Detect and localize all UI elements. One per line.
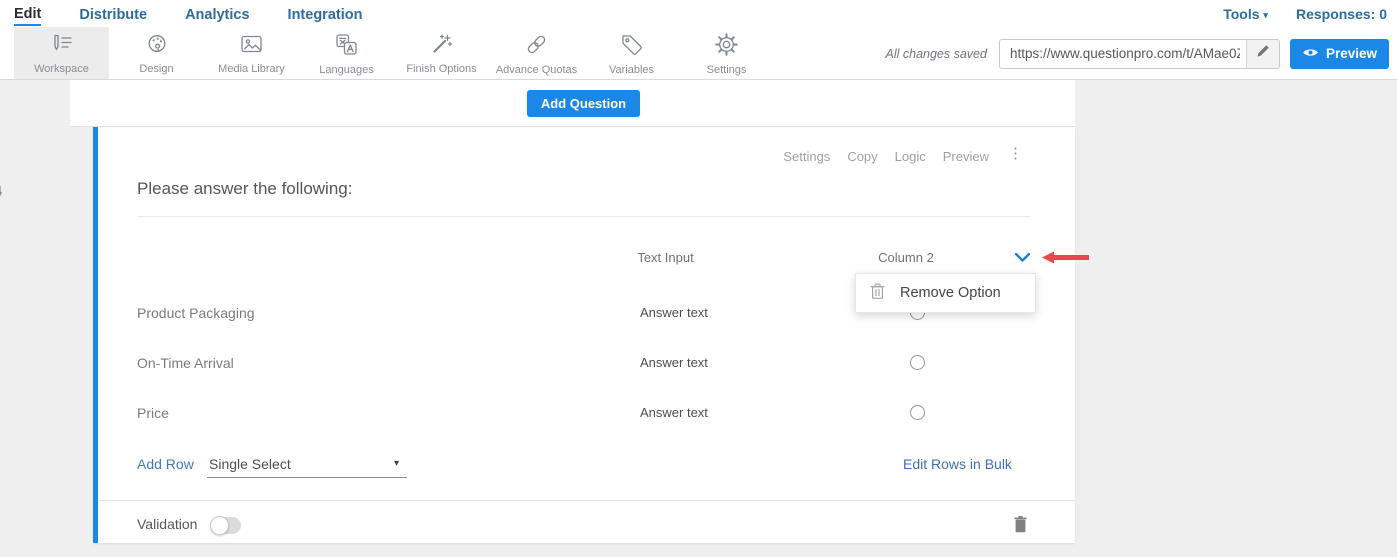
advance-quotas-icon — [525, 33, 548, 61]
row-label[interactable]: Product Packaging — [137, 303, 255, 323]
row-type-value: Single Select — [209, 456, 291, 472]
validation-label: Validation — [137, 516, 197, 532]
eye-icon — [1302, 46, 1319, 61]
toolbar-tab-media-library[interactable]: Media Library — [204, 27, 299, 79]
question-actions: Settings Copy Logic Preview — [783, 149, 989, 164]
question-title[interactable]: Please answer the following: — [137, 179, 1031, 217]
trash-icon — [869, 282, 886, 305]
toolbar-tab-variables[interactable]: Variables — [584, 27, 679, 79]
workspace-icon — [50, 33, 73, 60]
toolbar-tab-label: Variables — [609, 64, 654, 76]
survey-url-box — [999, 39, 1280, 69]
validation-section: Validation — [98, 514, 1075, 536]
toolbar-tab-design[interactable]: Design — [109, 27, 204, 79]
tools-label: Tools — [1223, 6, 1259, 22]
answer-text-cell[interactable]: Answer text — [640, 403, 708, 423]
column-options-menu: Remove Option — [855, 273, 1036, 313]
questionpro-survey-editor: Edit Distribute Analytics Integration To… — [0, 0, 1397, 557]
nav-tab-edit[interactable]: Edit — [14, 2, 41, 26]
question-preview-link[interactable]: Preview — [943, 149, 989, 164]
matrix-row: On-Time Arrival Answer text — [98, 353, 1075, 373]
annotation-arrow-icon — [1042, 251, 1090, 269]
column-header-text-input[interactable]: Text Input — [573, 250, 758, 265]
edit-rows-in-bulk-link[interactable]: Edit Rows in Bulk — [903, 456, 1012, 472]
survey-url-input[interactable] — [1000, 40, 1246, 68]
toolbar-tab-label: Finish Options — [406, 63, 476, 75]
toolbar-right-group: All changes saved Preview — [886, 27, 1390, 80]
toolbar-tab-label: Advance Quotas — [496, 64, 577, 76]
settings-icon — [715, 33, 738, 61]
toolbar-tab-languages[interactable]: Languages — [299, 27, 394, 79]
question-settings-link[interactable]: Settings — [783, 149, 830, 164]
question-logic-link[interactable]: Logic — [895, 149, 926, 164]
responses-count[interactable]: Responses: 0 — [1296, 6, 1387, 22]
toolbar-tab-label: Languages — [319, 64, 373, 76]
tools-menu[interactable]: Tools ▾ — [1223, 6, 1268, 22]
toolbar-tab-workspace[interactable]: Workspace — [14, 27, 109, 79]
save-status: All changes saved — [886, 47, 987, 61]
toolbar-tab-label: Design — [139, 63, 173, 75]
row-label[interactable]: On-Time Arrival — [137, 353, 234, 373]
validation-toggle[interactable] — [210, 517, 241, 534]
nav-tab-integration[interactable]: Integration — [288, 3, 363, 25]
finish-options-icon — [430, 34, 453, 60]
add-question-button[interactable]: Add Question — [527, 90, 640, 117]
design-icon — [146, 33, 168, 60]
toolbar-tab-label: Settings — [707, 64, 747, 76]
kebab-menu-icon[interactable]: ⋮ — [1008, 146, 1023, 161]
add-row-button[interactable]: Add Row — [137, 456, 194, 472]
remove-option-menu-item[interactable]: Remove Option — [900, 285, 1001, 301]
question-number: 4 — [0, 183, 2, 200]
column2-dropdown-chevron-icon[interactable] — [1014, 250, 1031, 268]
preview-button-label: Preview — [1326, 46, 1377, 61]
row-label[interactable]: Price — [137, 403, 169, 423]
top-nav: Edit Distribute Analytics Integration To… — [0, 0, 1397, 27]
variables-icon — [620, 33, 643, 61]
add-question-bar: Add Question — [70, 80, 1075, 127]
delete-question-icon[interactable] — [1013, 515, 1028, 538]
nav-tab-analytics[interactable]: Analytics — [185, 3, 249, 25]
radio-button[interactable] — [910, 405, 925, 420]
preview-button[interactable]: Preview — [1290, 39, 1389, 69]
row-type-select[interactable]: Single Select ▾ — [207, 453, 407, 478]
radio-button[interactable] — [910, 355, 925, 370]
toolbar-tab-label: Media Library — [218, 63, 285, 75]
column-header-column2[interactable]: Column 2 — [833, 250, 979, 265]
select-caret-icon: ▾ — [394, 458, 399, 469]
media-library-icon — [240, 33, 263, 60]
card-divider — [98, 500, 1075, 501]
editor-toolbar: Workspace Design Media Library Languages — [0, 27, 1397, 80]
pencil-icon — [1256, 44, 1270, 63]
languages-icon — [335, 33, 358, 61]
toggle-knob — [210, 516, 229, 535]
toolbar-tab-label: Workspace — [34, 63, 89, 75]
toolbar-tab-settings[interactable]: Settings — [679, 27, 774, 79]
edit-url-button[interactable] — [1246, 40, 1279, 68]
answer-text-cell[interactable]: Answer text — [640, 303, 708, 323]
toolbar-tab-advance-quotas[interactable]: Advance Quotas — [489, 27, 584, 79]
answer-text-cell[interactable]: Answer text — [640, 353, 708, 373]
toolbar-tab-finish-options[interactable]: Finish Options — [394, 27, 489, 79]
matrix-row: Price Answer text — [98, 403, 1075, 423]
question-card: Settings Copy Logic Preview ⋮ Please ans… — [93, 127, 1075, 543]
add-row-section: Add Row Single Select ▾ Edit Rows in Bul… — [98, 453, 1075, 479]
question-copy-link[interactable]: Copy — [847, 149, 877, 164]
chevron-down-icon: ▾ — [1263, 10, 1268, 20]
nav-tab-distribute[interactable]: Distribute — [79, 3, 147, 25]
